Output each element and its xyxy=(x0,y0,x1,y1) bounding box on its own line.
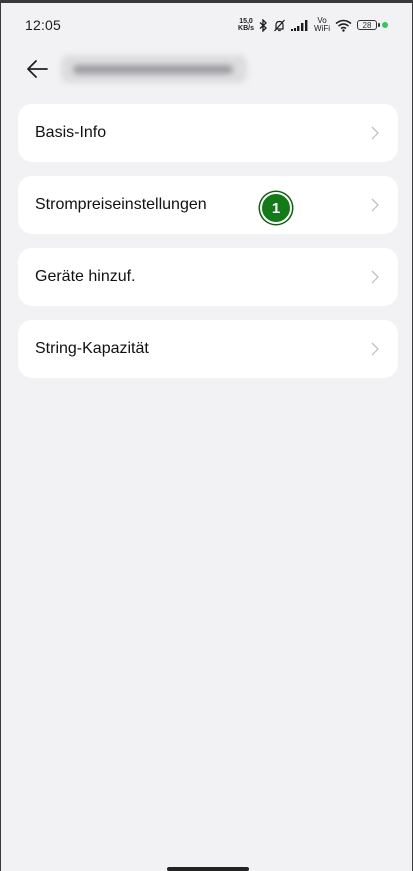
menu-item-basis-info[interactable]: Basis-Info xyxy=(18,104,398,162)
menu-item-label: String-Kapazität xyxy=(35,340,149,357)
battery-icon: 28 xyxy=(357,20,380,30)
vowifi-indicator: Vo WiFi xyxy=(314,17,330,33)
menu-item-geraete-hinzufuegen[interactable]: Geräte hinzuf. xyxy=(18,248,398,306)
blurred-page-title xyxy=(61,55,247,83)
status-bar: 12:05 15,0 KB/s Vo WiFi 28 xyxy=(1,3,412,47)
signal-icon xyxy=(291,20,308,31)
bluetooth-icon xyxy=(259,18,267,32)
back-button[interactable] xyxy=(21,53,53,85)
menu-item-label: Geräte hinzuf. xyxy=(35,268,136,285)
menu-item-string-kapazitaet[interactable]: String-Kapazität xyxy=(18,320,398,378)
mute-bell-icon xyxy=(274,19,285,31)
network-speed-value: 15,0 xyxy=(239,18,253,25)
status-time: 12:05 xyxy=(25,17,62,33)
annotation-badge: 1 xyxy=(260,192,292,224)
chevron-right-icon xyxy=(371,342,379,356)
chevron-right-icon xyxy=(371,198,379,212)
chevron-right-icon xyxy=(371,270,379,284)
menu-item-strompreiseinstellungen[interactable]: Strompreiseinstellungen 1 xyxy=(18,176,398,234)
network-speed: 15,0 KB/s xyxy=(238,18,254,32)
home-indicator[interactable] xyxy=(167,867,249,871)
menu-item-label: Strompreiseinstellungen xyxy=(35,196,207,213)
back-arrow-icon xyxy=(27,60,48,78)
chevron-right-icon xyxy=(371,126,379,140)
app-bar xyxy=(1,47,412,95)
phone-screen: 12:05 15,0 KB/s Vo WiFi 28 Basis-Info St… xyxy=(1,3,412,871)
network-speed-unit: KB/s xyxy=(238,25,254,32)
settings-list: Basis-Info Strompreiseinstellungen 1 Ger… xyxy=(18,104,398,392)
wifi-icon xyxy=(335,19,352,32)
status-icons: 15,0 KB/s Vo WiFi 28 xyxy=(238,17,388,33)
wifi-label: WiFi xyxy=(314,24,330,33)
battery-level: 28 xyxy=(362,20,372,30)
privacy-indicator-dot xyxy=(382,22,388,28)
menu-item-label: Basis-Info xyxy=(35,124,107,141)
